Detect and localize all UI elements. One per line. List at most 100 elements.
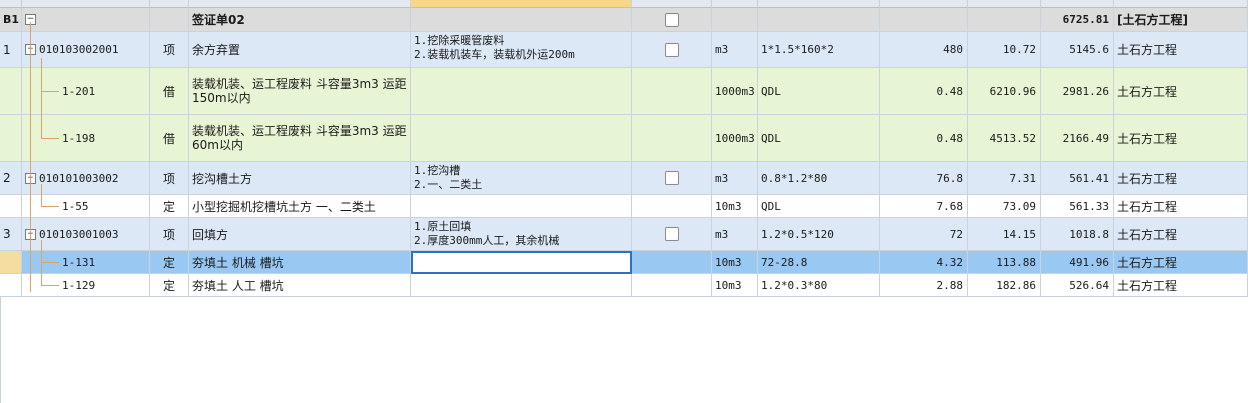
row-name[interactable]: 挖沟槽土方 bbox=[189, 162, 410, 194]
row-price: 6210.96 bbox=[989, 84, 1036, 98]
row-spec: 土石方工程 bbox=[1117, 255, 1178, 270]
group-checkbox[interactable] bbox=[664, 12, 679, 27]
row-unit: m3 bbox=[715, 171, 729, 185]
header-col-name[interactable] bbox=[189, 0, 411, 8]
tree-line bbox=[41, 262, 59, 263]
group-row[interactable]: B1 − 签证单02 6725.81 [土石方工程] bbox=[0, 8, 1248, 32]
group-total-cell: 6725.81 bbox=[1041, 8, 1114, 32]
tree-line bbox=[41, 206, 59, 207]
row-desc[interactable] bbox=[411, 195, 632, 218]
row-expr[interactable]: 72-28.8 bbox=[758, 251, 879, 273]
header-col-total[interactable] bbox=[1041, 0, 1114, 8]
header-col-qty[interactable] bbox=[880, 0, 968, 8]
row-name[interactable]: 装载机装、运工程废料 斗容量3m3 运距 150m以内 bbox=[189, 68, 410, 107]
row-desc-line: 1.挖沟槽 bbox=[414, 164, 461, 177]
row-type: 项 bbox=[162, 227, 175, 242]
header-col-desc[interactable] bbox=[411, 0, 632, 8]
row-total: 561.41 bbox=[1069, 171, 1109, 185]
table-row[interactable]: 1 −010103002001 项 余方弃置 1.挖除采暖管废料 2.装载机装车，… bbox=[0, 32, 1248, 68]
row-expr[interactable]: 1.2*0.5*120 bbox=[758, 218, 879, 250]
row-price: 7.31 bbox=[1009, 171, 1037, 185]
table-row-selected[interactable]: 1-131 定 夯填土 机械 槽坑 10m3 72-28.8 4.32 113.… bbox=[0, 251, 1248, 274]
row-desc[interactable] bbox=[411, 68, 632, 115]
header-col-type[interactable] bbox=[150, 0, 189, 8]
group-code: B1 bbox=[3, 13, 20, 26]
row-type: 项 bbox=[162, 43, 175, 57]
row-price: 4513.52 bbox=[989, 131, 1036, 145]
row-expr[interactable]: 1.2*0.3*80 bbox=[758, 274, 879, 296]
header-col-check[interactable] bbox=[632, 0, 712, 8]
row-total: 1018.8 bbox=[1069, 227, 1109, 241]
header-col-code[interactable] bbox=[22, 0, 150, 8]
tree-line bbox=[41, 184, 42, 206]
row-total: 561.33 bbox=[1069, 199, 1109, 213]
group-type-cell bbox=[150, 8, 189, 32]
row-desc[interactable]: 1.原土回填 2.厚度300mm人工，其余机械 bbox=[411, 218, 631, 250]
table-row[interactable]: 2 −010101003002 项 挖沟槽土方 1.挖沟槽 2.一、二类土 m3 … bbox=[0, 162, 1248, 195]
row-qty: 72 bbox=[949, 227, 963, 241]
row-name[interactable]: 夯填土 人工 槽坑 bbox=[189, 274, 410, 296]
row-name-line: 60m以内 bbox=[192, 138, 243, 152]
row-checkbox[interactable] bbox=[664, 42, 679, 57]
row-expr[interactable]: QDL bbox=[758, 68, 879, 114]
header-col-spec[interactable] bbox=[1114, 0, 1248, 8]
row-code: 010103001003 bbox=[39, 227, 119, 241]
row-desc-line: 1.挖除采暖管废料 bbox=[414, 34, 505, 47]
row-type: 定 bbox=[162, 255, 175, 270]
row-name[interactable]: 装载机装、运工程废料 斗容量3m3 运距 60m以内 bbox=[189, 115, 410, 154]
row-name[interactable]: 余方弃置 bbox=[189, 32, 410, 67]
row-desc[interactable]: 1.挖沟槽 2.一、二类土 bbox=[411, 162, 631, 194]
row-seq bbox=[0, 195, 21, 217]
group-unit-cell bbox=[712, 8, 758, 32]
row-qty: 7.68 bbox=[936, 199, 964, 213]
row-unit: 1000m3 bbox=[715, 131, 755, 145]
row-name[interactable]: 回填方 bbox=[189, 218, 410, 250]
group-check-cell bbox=[632, 8, 712, 32]
row-desc[interactable]: 1.挖除采暖管废料 2.装载机装车，装载机外运200m bbox=[411, 32, 631, 64]
desc-edit-input[interactable] bbox=[411, 251, 632, 274]
row-selected-marker[interactable] bbox=[0, 251, 22, 274]
row-desc[interactable] bbox=[411, 274, 632, 297]
row-desc-line: 1.原土回填 bbox=[414, 220, 472, 233]
row-total: 2166.49 bbox=[1062, 131, 1109, 145]
row-expr[interactable]: 0.8*1.2*80 bbox=[758, 162, 879, 194]
row-unit: m3 bbox=[715, 227, 729, 241]
row-seq: 3 bbox=[3, 227, 11, 241]
row-expr[interactable]: QDL bbox=[758, 115, 879, 161]
row-seq: 2 bbox=[3, 171, 11, 185]
group-total: 6725.81 bbox=[1062, 13, 1109, 26]
group-seq-cell: B1 bbox=[0, 8, 22, 32]
row-expr[interactable]: QDL bbox=[758, 195, 879, 217]
row-name[interactable]: 小型挖掘机挖槽坑土方 一、二类土 bbox=[189, 195, 410, 217]
row-name-line: 装载机装、运工程废料 斗容量3m3 运距 bbox=[192, 77, 407, 91]
row-unit: 10m3 bbox=[715, 278, 742, 292]
group-name-cell: 签证单02 bbox=[189, 8, 411, 32]
table-row[interactable]: 1-55 定 小型挖掘机挖槽坑土方 一、二类土 10m3 QDL 7.68 73… bbox=[0, 195, 1248, 218]
row-qty: 2.88 bbox=[936, 278, 964, 292]
table-row[interactable]: 3 −010103001003 项 回填方 1.原土回填 2.厚度300mm人工，… bbox=[0, 218, 1248, 251]
row-seq bbox=[0, 274, 21, 296]
table-row[interactable]: 1-129 定 夯填土 人工 槽坑 10m3 1.2*0.3*80 2.88 1… bbox=[0, 274, 1248, 297]
row-expr[interactable]: 1*1.5*160*2 bbox=[758, 32, 879, 67]
row-desc[interactable] bbox=[411, 115, 632, 162]
row-code: 010103002001 bbox=[39, 43, 119, 56]
row-price: 182.86 bbox=[996, 278, 1036, 292]
row-spec: 土石方工程 bbox=[1117, 43, 1178, 57]
header-col-expr[interactable] bbox=[758, 0, 880, 8]
header-col-price[interactable] bbox=[968, 0, 1041, 8]
row-checkbox[interactable] bbox=[664, 171, 679, 185]
row-qty: 0.48 bbox=[936, 84, 964, 98]
row-spec: 土石方工程 bbox=[1117, 199, 1178, 214]
table-row[interactable]: 1-198 借 装载机装、运工程废料 斗容量3m3 运距 60m以内 1000m3… bbox=[0, 115, 1248, 162]
row-name[interactable]: 夯填土 机械 槽坑 bbox=[189, 251, 410, 273]
group-name: 签证单02 bbox=[192, 13, 245, 27]
row-checkbox[interactable] bbox=[664, 227, 679, 241]
grid-header bbox=[0, 0, 1248, 8]
tree-line bbox=[41, 138, 59, 139]
header-col-seq[interactable] bbox=[0, 0, 22, 8]
row-type: 定 bbox=[162, 199, 175, 214]
header-col-unit[interactable] bbox=[712, 0, 758, 8]
tree-line bbox=[30, 22, 31, 292]
table-row[interactable]: 1-201 借 装载机装、运工程废料 斗容量3m3 运距 150m以内 1000m… bbox=[0, 68, 1248, 115]
row-desc-line: 2.一、二类土 bbox=[414, 178, 483, 191]
